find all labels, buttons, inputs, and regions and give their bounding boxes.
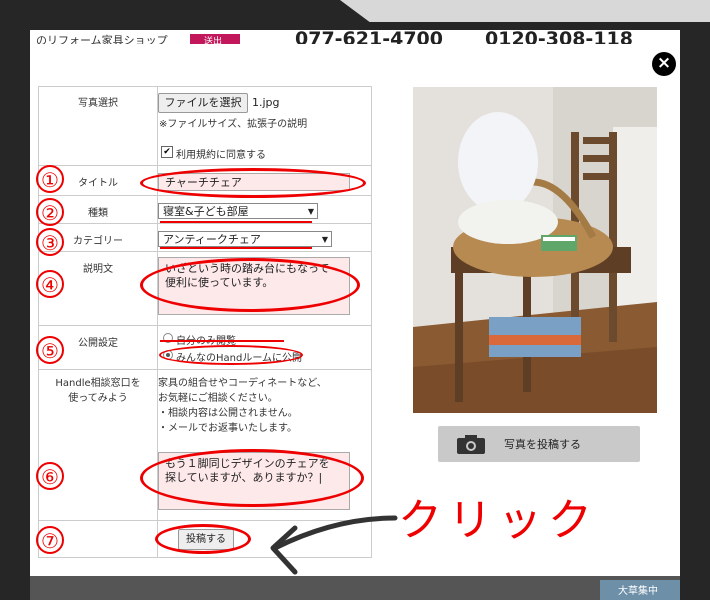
close-button[interactable]: × <box>652 52 676 76</box>
camera-icon <box>457 435 485 454</box>
file-name: 1.jpg <box>252 96 280 109</box>
consult-help: 家具の組合せやコーディネートなど、 お気軽にご相談ください。 ・相談内容は公開さ… <box>158 378 327 434</box>
bezel-highlight <box>340 0 710 22</box>
chevron-down-icon: ▼ <box>321 235 328 244</box>
annotation-number-3: ③ <box>36 228 64 256</box>
choose-file-button[interactable]: ファイルを選択 <box>158 93 248 113</box>
photo-label: 写真選択 <box>39 87 158 165</box>
photo-preview <box>413 87 657 413</box>
agree-checkbox[interactable]: ✔ <box>161 146 173 158</box>
background-footer-badge: 大草集中 <box>600 580 680 600</box>
close-icon: × <box>656 53 672 73</box>
annotation-number-1: ① <box>36 165 64 193</box>
file-note: ※ファイルサイズ、拡張子の説明 <box>159 119 308 130</box>
category-select[interactable]: アンティークチェア ▼ <box>158 231 332 247</box>
annotation-arrow <box>270 515 398 575</box>
chevron-down-icon: ▼ <box>307 207 314 216</box>
upload-photo-label: 写真を投稿する <box>504 438 581 451</box>
annotation-underline-type <box>160 221 312 223</box>
chair-photo-image <box>413 87 657 413</box>
annotation-ring-description <box>140 258 360 312</box>
annotation-ring-title <box>140 168 366 198</box>
annotation-number-7: ⑦ <box>36 526 64 554</box>
annotation-ring-submit <box>155 524 251 554</box>
annotation-ring-consult <box>140 449 364 507</box>
type-select[interactable]: 寝室&子ども部屋 ▼ <box>158 203 318 219</box>
annotation-underline-category <box>160 247 312 249</box>
upload-photo-button[interactable]: 写真を投稿する <box>438 426 640 462</box>
annotation-number-5: ⑤ <box>36 336 64 364</box>
annotation-click-text: クリック <box>398 495 598 546</box>
annotation-number-4: ④ <box>36 270 64 298</box>
annotation-number-6: ⑥ <box>36 462 64 490</box>
annotation-underline-private <box>160 340 284 342</box>
annotation-ring-public <box>159 345 303 365</box>
agree-label: 利用規約に同意する <box>176 150 266 161</box>
annotation-number-2: ② <box>36 198 64 226</box>
consult-label: Handle相談窓口を 使ってみよう <box>39 370 158 520</box>
